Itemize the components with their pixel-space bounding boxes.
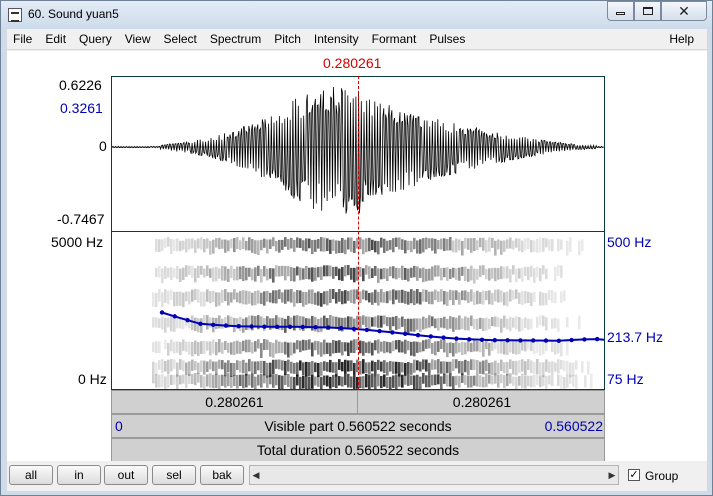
menu-pitch[interactable]: Pitch — [268, 32, 308, 46]
menu-select[interactable]: Select — [158, 32, 204, 46]
maximize-button[interactable] — [634, 1, 661, 21]
close-button[interactable]: ✕ — [661, 1, 707, 21]
cursor-time-bar[interactable]: 0.280261 0.280261 — [111, 390, 605, 414]
menu-query[interactable]: Query — [73, 32, 119, 46]
waveform-min-label: -0.7467 — [57, 211, 105, 227]
menu-formant[interactable]: Formant — [366, 32, 424, 46]
bottom-toolbar: all in out sel bak ◀ ▶ ✓ Group — [7, 461, 707, 491]
close-icon: ✕ — [678, 3, 690, 19]
menu-spectrum[interactable]: Spectrum — [204, 32, 268, 46]
menu-bar: File Edit Query View Select Spectrum Pit… — [7, 29, 707, 50]
zoom-out-button[interactable]: out — [104, 465, 148, 485]
praat-sound-window: 60. Sound yuan5 ✕ File Edit Query View S… — [0, 0, 713, 496]
title-bar[interactable]: 60. Sound yuan5 ✕ — [1, 1, 712, 29]
pitch-bottom-label: 75 Hz — [607, 371, 644, 387]
sound-editor-canvas[interactable]: 0.280261 0.6226 0.3261 0 -0.7467 5000 Hz… — [7, 51, 707, 462]
client-area: File Edit Query View Select Spectrum Pit… — [7, 29, 707, 491]
group-checkbox-label: Group — [645, 469, 679, 483]
spectrogram-bottom-freq: 0 Hz — [78, 371, 107, 387]
zoom-back-button[interactable]: bak — [200, 465, 244, 485]
menu-edit[interactable]: Edit — [39, 32, 73, 46]
maximize-icon — [642, 7, 653, 15]
visible-part-text: Visible part 0.560522 seconds — [264, 418, 452, 434]
minimize-button[interactable] — [607, 1, 634, 21]
menu-pulses[interactable]: Pulses — [423, 32, 472, 46]
spectrogram-top-freq: 5000 Hz — [51, 234, 104, 250]
visible-start-label: 0 — [115, 418, 123, 434]
total-duration-text: Total duration 0.560522 seconds — [256, 442, 460, 458]
scroll-right-icon[interactable]: ▶ — [606, 466, 618, 484]
time-bar-right[interactable]: 0.280261 — [359, 391, 605, 413]
total-duration-bar[interactable]: Total duration 0.560522 seconds — [111, 438, 605, 462]
menu-help[interactable]: Help — [663, 32, 701, 46]
zoom-selection-button[interactable]: sel — [152, 465, 196, 485]
window-title: 60. Sound yuan5 — [28, 7, 119, 21]
cursor-time-label: 0.280261 — [323, 55, 382, 71]
waveform-zero-label: 0 — [99, 138, 107, 154]
time-cursor — [358, 76, 359, 390]
scroll-left-icon[interactable]: ◀ — [250, 466, 262, 484]
pitch-top-label: 500 Hz — [607, 234, 652, 250]
menu-view[interactable]: View — [119, 32, 158, 46]
zoom-all-button[interactable]: all — [9, 465, 53, 485]
menu-intensity[interactable]: Intensity — [308, 32, 366, 46]
time-bar-left[interactable]: 0.280261 — [112, 391, 358, 413]
minimize-icon — [616, 12, 625, 15]
horizontal-scrollbar[interactable]: ◀ ▶ — [249, 465, 619, 485]
waveform-cursor-value: 0.3261 — [60, 100, 103, 116]
menu-file[interactable]: File — [7, 32, 39, 46]
pitch-value-label: 213.7 Hz — [607, 329, 664, 345]
window-icon — [8, 8, 22, 22]
visible-end-label: 0.560522 — [544, 418, 603, 434]
visible-part-bar[interactable]: 0 Visible part 0.560522 seconds 0.560522 — [111, 414, 605, 438]
zoom-in-button[interactable]: in — [57, 465, 101, 485]
group-checkbox[interactable]: ✓ — [628, 469, 640, 481]
waveform-max-label: 0.6226 — [59, 77, 102, 93]
